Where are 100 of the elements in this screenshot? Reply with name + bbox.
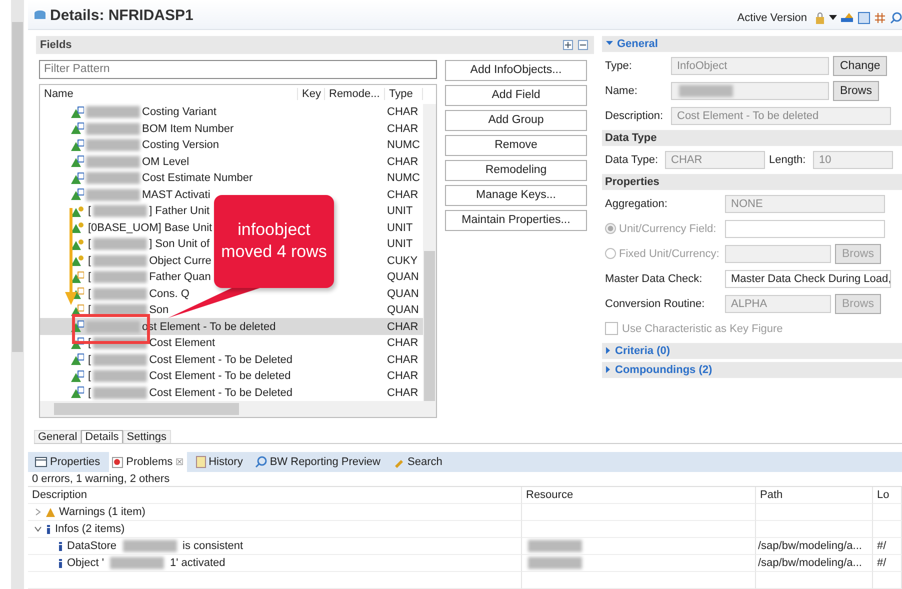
field-name: Object Curre [149, 254, 212, 267]
problems-icon [112, 456, 124, 468]
tree-row[interactable]: DataStore is consistent [28, 538, 522, 555]
type-text: CUKY [387, 254, 419, 267]
field-name: MAST Activati [142, 188, 210, 201]
field-label: Data Type: [605, 154, 659, 166]
aggregation-field: NONE [725, 194, 885, 213]
warning-icon [46, 508, 55, 516]
field-label: Master Data Check: [605, 272, 704, 285]
editor-tab[interactable]: General [34, 430, 82, 444]
grid-icon[interactable] [874, 12, 886, 24]
description-field: Cost Element - To be deleted [671, 106, 891, 125]
column-header[interactable]: Name [40, 88, 298, 100]
action-button[interactable]: Remodeling [445, 160, 587, 181]
problem-text: is consistent [182, 540, 244, 552]
unit-infoobject-icon [70, 238, 84, 251]
column-header[interactable]: Resource [522, 487, 756, 504]
database-icon [34, 10, 46, 20]
type-text: CHAR [387, 188, 420, 201]
action-button[interactable]: Manage Keys... [445, 184, 587, 206]
browse-button[interactable]: Brows [833, 80, 879, 101]
section-title: Criteria (0) [615, 344, 670, 357]
section-header[interactable]: General [602, 36, 902, 52]
tree-row[interactable]: Infos (2 items) [28, 521, 522, 538]
bracket-text: [ [88, 205, 92, 218]
caret-icon [606, 366, 611, 374]
type-text: CHAR [387, 370, 420, 382]
table-cell: #/ [873, 555, 902, 572]
version-label: Active Version [737, 12, 807, 24]
action-button[interactable]: Remove [445, 134, 587, 156]
column-header[interactable]: Remode... [325, 88, 385, 100]
filter-field[interactable]: Filter Pattern [39, 60, 437, 79]
field-name: Cost Element [149, 337, 216, 350]
type-text: CHAR [387, 320, 420, 333]
length-field: 10 [813, 150, 893, 169]
characteristic-icon [70, 386, 84, 400]
section-header[interactable]: Compoundings (2) [602, 362, 902, 378]
type-text: UNIT [387, 222, 414, 234]
field-name: BOM Item Number [142, 122, 234, 135]
view-tab[interactable]: Properties [32, 452, 104, 472]
field-label: Type: [605, 60, 633, 72]
section-title: Fields [40, 38, 72, 51]
view-tab[interactable]: History [192, 452, 246, 472]
action-button[interactable]: Maintain Properties... [445, 210, 587, 231]
characteristic-icon [70, 320, 84, 334]
bracket-text: [ [88, 386, 92, 399]
bracket-text: [ [88, 370, 92, 382]
document-icon [196, 456, 206, 468]
section-title: Compoundings (2) [615, 364, 712, 376]
close-icon[interactable]: ☒ [176, 457, 184, 468]
column-header[interactable]: Lo [873, 487, 902, 504]
dropdown-icon[interactable] [829, 14, 837, 21]
problem-text: Object ' [67, 557, 104, 569]
characteristic-icon [70, 106, 84, 119]
editor-tab[interactable]: Settings [122, 430, 171, 444]
expand-all-icon[interactable] [563, 40, 573, 50]
chart-icon[interactable] [841, 12, 854, 24]
characteristic-icon [70, 172, 84, 185]
redaction-blur [110, 557, 164, 569]
type-text: QUAN [387, 271, 420, 284]
field-name: Cost Element - To be deleted [149, 370, 291, 382]
characteristic-icon [70, 155, 84, 168]
empty-cell [873, 572, 902, 589]
section-title: Data Type [602, 130, 902, 146]
field-name: Cons. Q [149, 288, 190, 300]
bracket-text: [ [88, 254, 92, 267]
action-button[interactable]: Add Field [445, 84, 587, 106]
section-header[interactable]: Criteria (0) [602, 342, 902, 359]
field-name: [0BASE_UOM] Base Unit [88, 222, 212, 234]
field-name: Father Quan [149, 271, 211, 284]
column-header[interactable]: Path [756, 487, 873, 504]
editor-tab[interactable]: Details [81, 430, 123, 444]
tree-row[interactable]: Object ' 1' activated [28, 555, 522, 572]
collapse-all-icon[interactable] [578, 40, 588, 50]
column-header[interactable]: Description [28, 487, 522, 504]
redaction-blur [122, 540, 177, 552]
master-check-select[interactable]: Master Data Check During Load, [725, 270, 891, 288]
action-button[interactable]: Add InfoObjects... [445, 60, 587, 81]
window-icon[interactable] [858, 12, 870, 24]
type-text: NUMC [387, 139, 421, 152]
action-button[interactable]: Add Group [445, 110, 587, 131]
view-tab[interactable]: BW Reporting Preview [252, 452, 384, 472]
field-label: Aggregation: [605, 198, 668, 210]
column-header[interactable]: Key [298, 88, 325, 100]
bracket-text: [ [88, 238, 92, 250]
problems-summary: 0 errors, 1 warning, 2 others [28, 472, 902, 487]
info-icon [46, 524, 51, 534]
change-button[interactable]: Change [833, 56, 888, 76]
column-header[interactable]: Type [385, 88, 423, 100]
table-cell: /sap/bw/modeling/a... [756, 538, 873, 555]
view-tab[interactable]: Problems ☒ [109, 452, 187, 472]
unit-infoobject-icon [70, 204, 84, 218]
tree-row[interactable]: Warnings (1 item) [28, 504, 522, 521]
field-name: ] Son Unit of [149, 238, 210, 250]
characteristic-icon [70, 188, 84, 202]
view-tab[interactable]: Search [390, 452, 446, 472]
conversion-field: ALPHA [725, 294, 831, 313]
table-icon [35, 457, 47, 468]
field-name: Costing Variant [142, 106, 216, 118]
type-text: CHAR [387, 386, 420, 399]
